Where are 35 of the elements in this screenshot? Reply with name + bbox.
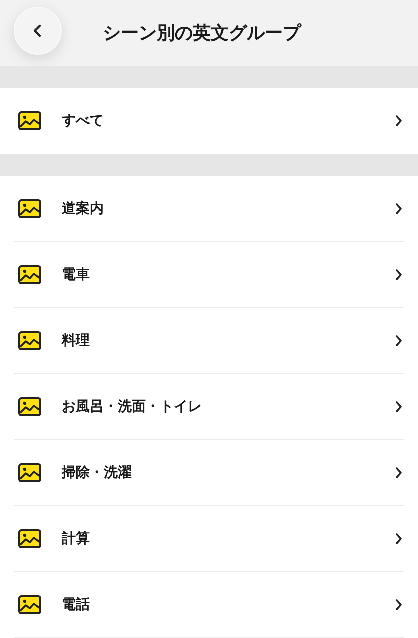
item-label: 料理 [62,332,91,350]
list-item[interactable]: 料理 [14,308,404,374]
chevron-right-icon [395,334,403,346]
back-button[interactable] [14,7,62,55]
chevron-right-icon [395,268,403,280]
screen-title: シーン別の英文グループ [103,22,301,45]
list-item[interactable]: 電話 [14,572,404,638]
image-icon [18,264,42,284]
image-icon [18,111,42,131]
chevron-right-icon [395,466,403,478]
image-icon [18,462,42,482]
item-label: 掃除・洗濯 [62,464,133,482]
item-label: 道案内 [62,200,105,218]
image-icon [18,198,42,218]
list-item[interactable]: お風呂・洗面・トイレ [14,374,404,440]
item-label: 計算 [62,530,91,548]
list-item[interactable]: 計算 [14,506,404,572]
image-icon [18,330,42,350]
item-label: 電話 [62,596,91,614]
chevron-right-icon [395,598,403,610]
chevron-right-icon [395,532,403,544]
chevron-right-icon [395,400,403,412]
list-item[interactable]: すべて [14,88,404,154]
list-item[interactable]: 道案内 [14,176,404,242]
image-icon [18,528,42,548]
item-label: 電車 [62,266,91,284]
list-item[interactable]: 電車 [14,242,404,308]
chevron-right-icon [395,202,403,214]
back-icon [32,24,44,38]
chevron-right-icon [395,115,403,127]
item-label: すべて [62,112,105,130]
item-label: お風呂・洗面・トイレ [62,398,203,416]
image-icon [18,396,42,416]
list-item[interactable]: 掃除・洗濯 [14,440,404,506]
image-icon [18,594,42,614]
